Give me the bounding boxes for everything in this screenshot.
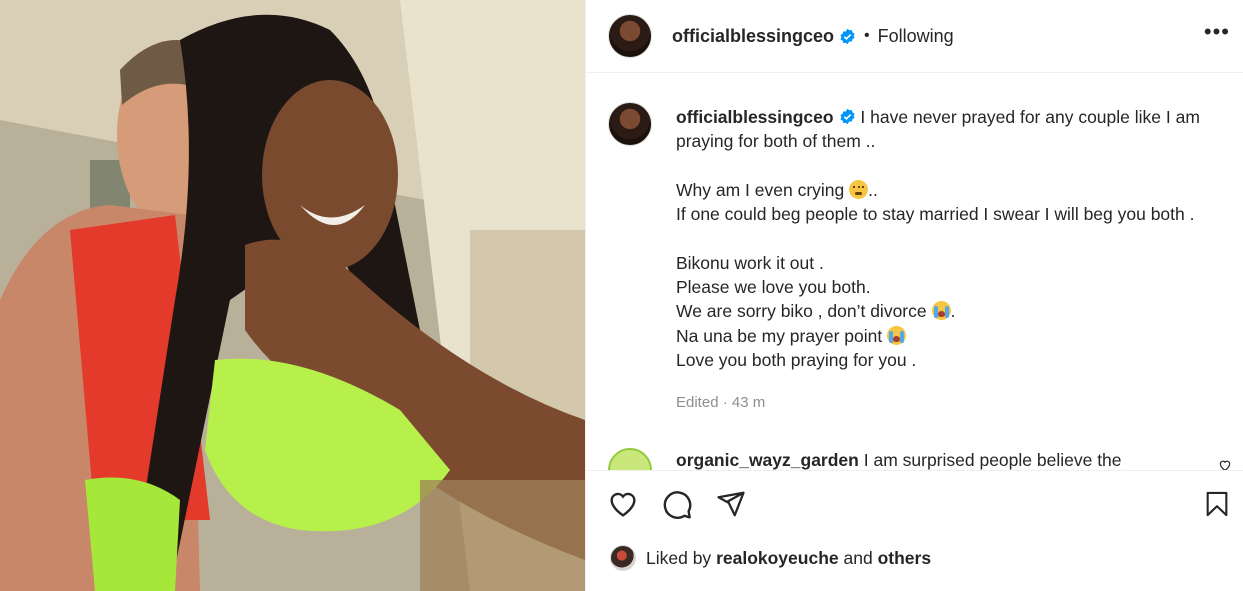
- following-button[interactable]: Following: [878, 26, 954, 47]
- caption-username[interactable]: officialblessingceo: [676, 107, 834, 127]
- caption-line-5: Please we love you both.: [676, 277, 871, 298]
- author-username[interactable]: officialblessingceo: [672, 26, 834, 47]
- edited-timestamp: Edited · 43 m: [676, 394, 766, 411]
- author-avatar[interactable]: [608, 14, 652, 58]
- verified-badge-icon: [840, 28, 855, 44]
- caption-line-3: If one could beg people to stay married …: [676, 204, 1195, 225]
- like-button[interactable]: [606, 487, 640, 521]
- more-options-icon[interactable]: •••: [1204, 21, 1230, 43]
- caption-line-6: We are sorry biko , don’t divorce: [676, 301, 927, 322]
- caption-author-avatar[interactable]: [608, 102, 652, 146]
- liked-by-summary: Liked by realokoyeuche and others: [610, 545, 931, 571]
- liked-by-joiner: and: [843, 547, 873, 568]
- comment-body: organic_wayz_garden I am surprised peopl…: [676, 450, 1122, 470]
- caption-area: officialblessingceo I have never prayed …: [586, 74, 1243, 470]
- crying-face-emoji-icon: [931, 301, 951, 321]
- liked-by-user[interactable]: realokoyeuche: [716, 548, 839, 569]
- save-button[interactable]: [1200, 487, 1234, 521]
- post-caption: officialblessingceo I have never prayed …: [676, 105, 1241, 372]
- comment-button[interactable]: [660, 487, 694, 521]
- liked-by-others[interactable]: others: [878, 548, 931, 569]
- speech-bubble-icon: [663, 491, 692, 519]
- post-photo-illustration: [0, 0, 585, 591]
- post-detail-panel: officialblessingceo • Following ••• offi…: [585, 0, 1243, 591]
- caption-line-4: Bikonu work it out .: [676, 252, 824, 273]
- liked-by-prefix: Liked by: [646, 547, 712, 568]
- commenter-avatar[interactable]: [608, 448, 652, 470]
- heart-outline-icon: [610, 492, 636, 517]
- comment-text: I am surprised people believe the: [863, 450, 1122, 470]
- share-button[interactable]: [714, 487, 748, 521]
- post-actions-bar: Liked by realokoyeuche and others: [586, 470, 1243, 591]
- caption-line-7: Na una be my prayer point: [676, 325, 883, 346]
- verified-badge-icon: [840, 108, 855, 125]
- comment-like-heart-icon[interactable]: [1218, 458, 1232, 470]
- comment-username[interactable]: organic_wayz_garden: [676, 450, 859, 470]
- post-header: officialblessingceo • Following •••: [586, 0, 1243, 73]
- header-separator: •: [864, 27, 870, 44]
- comment-item: organic_wayz_garden I am surprised peopl…: [586, 442, 1243, 470]
- crying-face-emoji-icon: [887, 325, 907, 345]
- caption-line-2-suffix: ..: [868, 179, 878, 200]
- teary-face-emoji-icon: [849, 179, 869, 199]
- liker-avatar[interactable]: [610, 545, 636, 571]
- caption-line-8: Love you both praying for you .: [676, 349, 917, 370]
- paper-plane-icon: [717, 491, 745, 517]
- caption-line-2: Why am I even crying: [676, 179, 845, 200]
- bookmark-icon: [1206, 491, 1228, 517]
- caption-line-6-suffix: .: [950, 301, 956, 322]
- post-photo[interactable]: [0, 0, 585, 591]
